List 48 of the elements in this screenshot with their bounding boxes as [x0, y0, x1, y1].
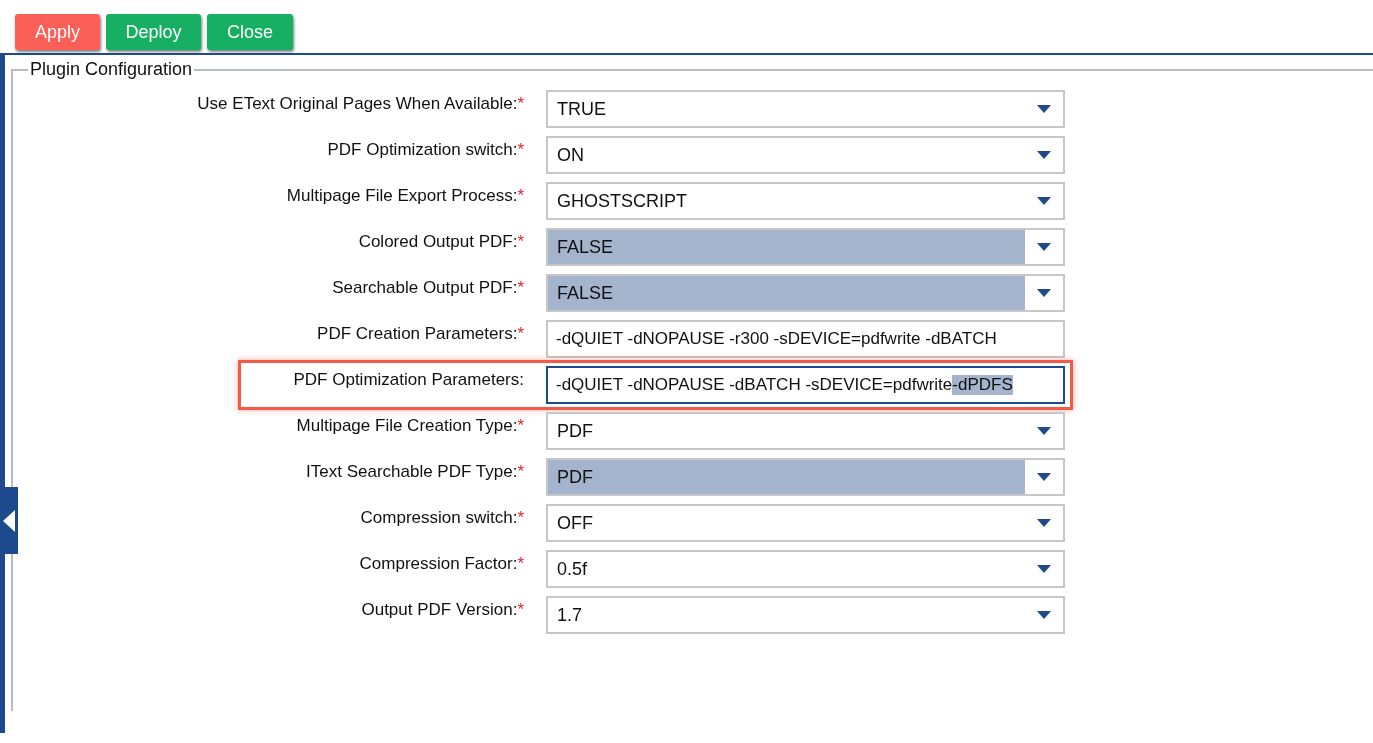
caret-icon — [1037, 519, 1051, 527]
caret-icon — [1037, 197, 1051, 205]
caret-icon — [1037, 105, 1051, 113]
dropdown-field[interactable]: FALSE — [546, 274, 1065, 312]
required-mark: * — [517, 232, 524, 251]
dropdown-field[interactable]: OFF — [546, 504, 1065, 542]
dropdown-field[interactable]: GHOSTSCRIPT — [546, 182, 1065, 220]
caret-icon — [1037, 151, 1051, 159]
field-label: Output PDF Version: — [361, 600, 518, 619]
dropdown-field[interactable]: FALSE — [546, 228, 1065, 266]
required-mark: * — [517, 324, 524, 343]
required-mark: * — [517, 508, 524, 527]
dropdown-field[interactable]: ON — [546, 136, 1065, 174]
field-label: Searchable Output PDF: — [332, 278, 518, 297]
caret-icon — [1037, 243, 1051, 251]
required-mark: * — [517, 554, 524, 573]
required-mark: * — [517, 416, 524, 435]
input-field[interactable]: -dQUIET -dNOPAUSE -r300 -sDEVICE=pdfwrite -dBATCH — [546, 320, 1065, 358]
dropdown-field[interactable]: 1.7 — [546, 596, 1065, 634]
required-mark: * — [517, 140, 524, 159]
field-label: Colored Output PDF: — [358, 232, 518, 251]
field-label: Compression switch: — [360, 508, 518, 527]
caret-icon — [1037, 611, 1051, 619]
dropdown-field[interactable]: TRUE — [546, 90, 1065, 128]
input-field[interactable]: -dQUIET -dNOPAUSE -dBATCH -sDEVICE=pdfwrite-dPDFS — [546, 366, 1065, 404]
caret-icon — [1037, 565, 1051, 573]
dropdown-field[interactable]: 0.5f — [546, 550, 1065, 588]
dropdown-field[interactable]: PDF — [546, 412, 1065, 450]
dropdown-field[interactable]: PDF — [546, 458, 1065, 496]
caret-icon — [1037, 473, 1051, 481]
fieldset-legend: Plugin Configuration — [28, 59, 195, 80]
field-label: Multipage File Export Process: — [286, 186, 518, 205]
field-label: Use EText Original Pages When Available: — [197, 94, 518, 113]
field-label: Compression Factor: — [359, 554, 518, 573]
required-mark: * — [517, 462, 524, 481]
required-mark: * — [517, 600, 524, 619]
field-label: PDF Optimization Parameters: — [293, 370, 524, 389]
collapse-tab[interactable] — [0, 487, 18, 554]
collapse-arrow-icon — [3, 509, 15, 532]
field-label: PDF Creation Parameters: — [317, 324, 518, 343]
field-label: IText Searchable PDF Type: — [306, 462, 518, 481]
field-label: Multipage File Creation Type: — [296, 416, 518, 435]
caret-icon — [1037, 427, 1051, 435]
caret-icon — [1037, 289, 1051, 297]
required-mark: * — [517, 278, 524, 297]
required-mark: * — [517, 94, 524, 113]
field-label: PDF Optimization switch: — [327, 140, 518, 159]
required-mark: * — [517, 186, 524, 205]
